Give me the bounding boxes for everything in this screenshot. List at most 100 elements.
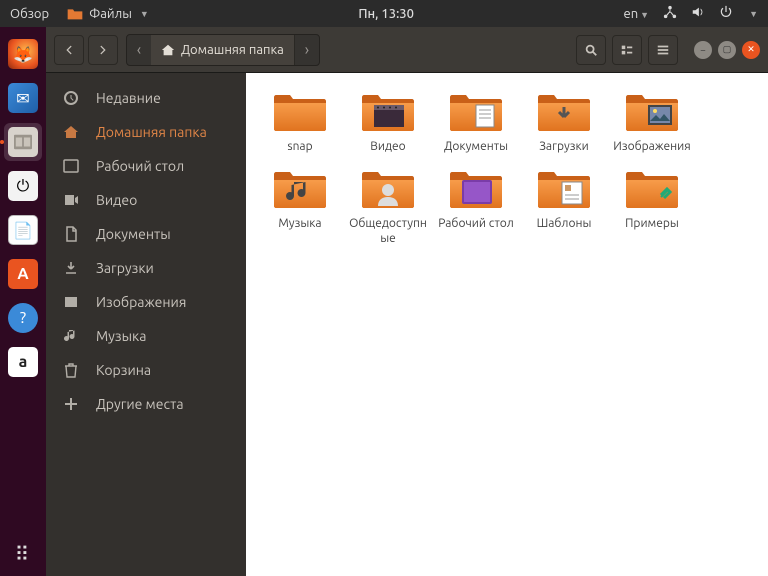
folder-icon bbox=[272, 91, 328, 135]
sidebar-item-desktop[interactable]: Рабочий стол bbox=[46, 149, 246, 183]
folder-icon bbox=[536, 91, 592, 135]
files-window: ‹ Домашняя папка › – ▢ ✕ Недавние Домашня… bbox=[46, 27, 768, 576]
folder-icon bbox=[360, 168, 416, 212]
folder-label: snap bbox=[287, 139, 312, 154]
path-prev-icon[interactable]: ‹ bbox=[127, 41, 151, 59]
folder-icon bbox=[536, 168, 592, 212]
window-maximize[interactable]: ▢ bbox=[718, 41, 736, 59]
activities-button[interactable]: Обзор bbox=[10, 7, 49, 21]
path-segment-home[interactable]: Домашняя папка bbox=[151, 35, 295, 65]
dock: 🦊 ✉ ⏻ 📄 A ? a ⠿ bbox=[0, 27, 46, 576]
sidebar-item-label: Домашняя папка bbox=[96, 124, 207, 140]
window-close[interactable]: ✕ bbox=[742, 41, 760, 59]
folder-label: Рабочий стол bbox=[438, 216, 514, 231]
desktop-icon bbox=[62, 157, 80, 175]
folder-music[interactable]: Музыка bbox=[256, 164, 344, 250]
other-icon bbox=[62, 395, 80, 413]
path-segment-label: Домашняя папка bbox=[181, 43, 284, 57]
sidebar-item-documents[interactable]: Документы bbox=[46, 217, 246, 251]
window-minimize[interactable]: – bbox=[694, 41, 712, 59]
chevron-down-icon: ▼ bbox=[140, 9, 149, 19]
sidebar-item-label: Загрузки bbox=[96, 260, 154, 276]
recent-icon bbox=[62, 89, 80, 107]
back-button[interactable] bbox=[54, 35, 84, 65]
videos-icon bbox=[62, 191, 80, 209]
folder-label: Музыка bbox=[278, 216, 321, 231]
folder-label: Загрузки bbox=[539, 139, 589, 154]
folder-downloads[interactable]: Загрузки bbox=[520, 87, 608, 158]
folder-label: Видео bbox=[370, 139, 405, 154]
headerbar: ‹ Домашняя папка › – ▢ ✕ bbox=[46, 27, 768, 73]
documents-icon bbox=[62, 225, 80, 243]
dock-files[interactable] bbox=[4, 123, 42, 161]
sidebar-item-label: Изображения bbox=[96, 294, 186, 310]
pictures-icon bbox=[62, 293, 80, 311]
dock-software[interactable]: A bbox=[4, 255, 42, 293]
home-icon bbox=[161, 43, 175, 57]
music-icon bbox=[62, 327, 80, 345]
content-area[interactable]: snap Видео Документы Загрузки Изображени… bbox=[246, 73, 768, 576]
show-applications[interactable]: ⠿ bbox=[0, 542, 46, 566]
folder-label: Общедоступные bbox=[346, 216, 430, 246]
power-icon[interactable] bbox=[719, 5, 733, 22]
sidebar-item-label: Рабочий стол bbox=[96, 158, 184, 174]
hamburger-button[interactable] bbox=[648, 35, 678, 65]
sidebar: Недавние Домашняя папка Рабочий стол Видео Д… bbox=[46, 73, 246, 576]
network-icon[interactable] bbox=[663, 5, 677, 22]
path-next-icon[interactable]: › bbox=[295, 41, 319, 59]
sidebar-item-downloads[interactable]: Загрузки bbox=[46, 251, 246, 285]
folder-label: Документы bbox=[444, 139, 508, 154]
folder-desktop[interactable]: Рабочий стол bbox=[432, 164, 520, 250]
sidebar-item-home[interactable]: Домашняя папка bbox=[46, 115, 246, 149]
dock-libreoffice[interactable]: 📄 bbox=[4, 211, 42, 249]
folder-documents[interactable]: Документы bbox=[432, 87, 520, 158]
sidebar-item-videos[interactable]: Видео bbox=[46, 183, 246, 217]
search-button[interactable] bbox=[576, 35, 606, 65]
sidebar-item-label: Другие места bbox=[96, 396, 184, 412]
files-app-icon bbox=[67, 7, 83, 21]
folder-label: Шаблоны bbox=[537, 216, 592, 231]
folder-icon bbox=[448, 168, 504, 212]
folder-public[interactable]: Общедоступные bbox=[344, 164, 432, 250]
dock-rhythmbox[interactable]: ⏻ bbox=[4, 167, 42, 205]
sidebar-item-pictures[interactable]: Изображения bbox=[46, 285, 246, 319]
chevron-down-icon: ▼ bbox=[749, 9, 758, 19]
downloads-icon bbox=[62, 259, 80, 277]
folder-icon bbox=[272, 168, 328, 212]
sidebar-item-label: Видео bbox=[96, 192, 137, 208]
home-icon bbox=[62, 123, 80, 141]
clock[interactable]: Пн, 13:30 bbox=[157, 7, 616, 21]
folder-examples[interactable]: Примеры bbox=[608, 164, 696, 250]
dock-thunderbird[interactable]: ✉ bbox=[4, 79, 42, 117]
dock-firefox[interactable]: 🦊 bbox=[4, 35, 42, 73]
dock-help[interactable]: ? bbox=[4, 299, 42, 337]
sidebar-item-label: Документы bbox=[96, 226, 171, 242]
sidebar-item-label: Корзина bbox=[96, 362, 151, 378]
pathbar[interactable]: ‹ Домашняя папка › bbox=[126, 34, 320, 66]
folder-icon bbox=[624, 91, 680, 135]
folder-snap[interactable]: snap bbox=[256, 87, 344, 158]
folder-icon bbox=[624, 168, 680, 212]
folder-pictures[interactable]: Изображения bbox=[608, 87, 696, 158]
volume-icon[interactable] bbox=[691, 5, 705, 22]
sidebar-item-label: Музыка bbox=[96, 328, 146, 344]
folder-label: Изображения bbox=[613, 139, 690, 154]
sidebar-item-music[interactable]: Музыка bbox=[46, 319, 246, 353]
sidebar-item-recent[interactable]: Недавние bbox=[46, 81, 246, 115]
folder-videos[interactable]: Видео bbox=[344, 87, 432, 158]
app-menu[interactable]: Файлы ▼ bbox=[67, 7, 149, 21]
dock-amazon[interactable]: a bbox=[4, 343, 42, 381]
folder-icon bbox=[360, 91, 416, 135]
view-toggle-button[interactable] bbox=[612, 35, 642, 65]
app-menu-label: Файлы bbox=[89, 7, 132, 21]
forward-button[interactable] bbox=[88, 35, 118, 65]
folder-icon bbox=[448, 91, 504, 135]
folder-label: Примеры bbox=[625, 216, 679, 231]
folder-templates[interactable]: Шаблоны bbox=[520, 164, 608, 250]
sidebar-item-trash[interactable]: Корзина bbox=[46, 353, 246, 387]
sidebar-item-other[interactable]: Другие места bbox=[46, 387, 246, 421]
top-panel: Обзор Файлы ▼ Пн, 13:30 en▼ ▼ bbox=[0, 0, 768, 27]
input-lang[interactable]: en▼ bbox=[624, 7, 650, 21]
sidebar-item-label: Недавние bbox=[96, 90, 161, 106]
trash-icon bbox=[62, 361, 80, 379]
